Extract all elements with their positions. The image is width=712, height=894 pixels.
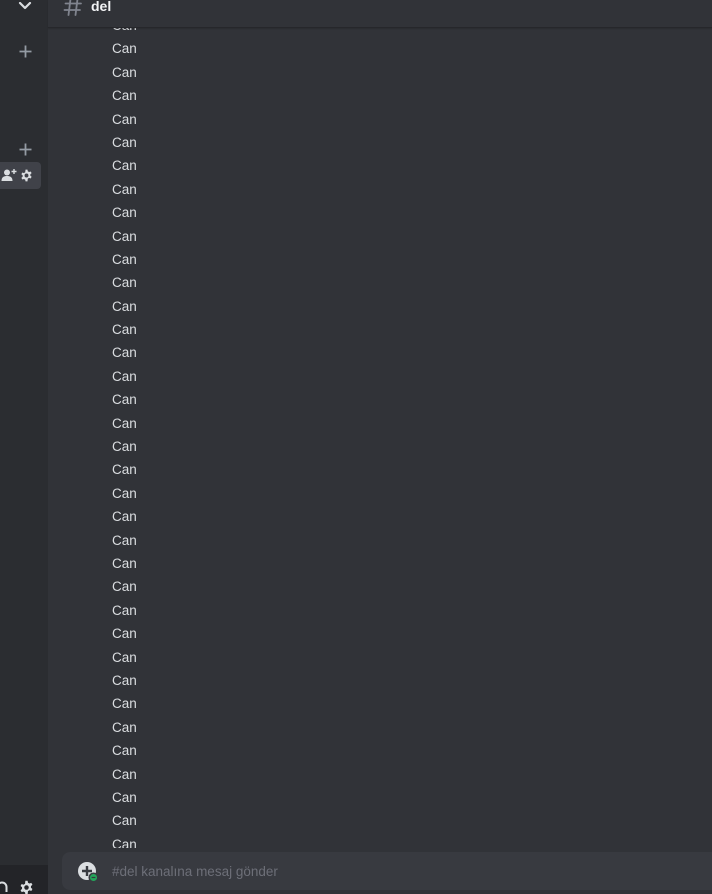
message-item: Can [112,415,137,431]
message-item: Can [112,743,137,759]
message-item: Can [112,275,137,291]
gear-icon[interactable] [19,167,33,183]
message-item: Can [112,205,137,221]
message-item: Can [112,649,137,665]
message-item: Can [112,111,137,127]
message-item: Can [112,368,137,384]
message-item: Can [112,88,137,104]
message-item: Can [112,181,137,197]
message-item: Can [112,766,137,782]
discord-window: del Can Can Can Can Can Can Can Can Can Can Can Can… [0,0,712,894]
channel-header: del [48,0,712,28]
add-member-icon[interactable] [1,167,17,183]
message-item: Can [112,322,137,338]
message-item: Can [112,439,137,455]
message-list-area[interactable]: Can Can Can Can Can Can Can Can Can Can Can Can Can C… [48,28,712,848]
gear-icon[interactable] [18,879,34,894]
message-item: Can [112,672,137,688]
plus-icon[interactable] [17,43,33,59]
message-item: Can [112,158,137,174]
message-item: Can [112,532,137,548]
message-item: Can [112,462,137,478]
message-input[interactable] [112,852,672,890]
message-item: Can [112,696,137,712]
message-item: Can [112,813,137,829]
message-item: Can [112,41,137,57]
message-item: Can [112,602,137,618]
headset-icon[interactable] [0,880,8,894]
message-item: Can [112,509,137,525]
message-item: Can [112,251,137,267]
channel-name: del [91,0,112,14]
message-item: Can [112,836,137,848]
message-item: Can [112,555,137,571]
message-item: Can [112,298,137,314]
message-item: Can [112,485,137,501]
message-item: Can [112,28,137,37]
message-item: Can [112,579,137,595]
message-item: Can [112,392,137,408]
message-composer [62,852,712,890]
message-item: Can [112,64,137,80]
message-item: Can [112,228,137,244]
message-item: Can [112,789,137,805]
plus-icon[interactable] [17,141,33,157]
message-item: Can [112,345,137,361]
message-list: Can Can Can Can Can Can Can Can Can Can Can Can Can C… [112,28,137,848]
channel-sidebar [0,0,48,894]
message-item: Can [112,719,137,735]
message-item: Can [112,134,137,150]
message-item: Can [112,626,137,642]
hashtag-icon [63,0,83,17]
chevron-down-icon[interactable] [16,0,34,14]
add-attachment-icon[interactable] [77,861,99,883]
